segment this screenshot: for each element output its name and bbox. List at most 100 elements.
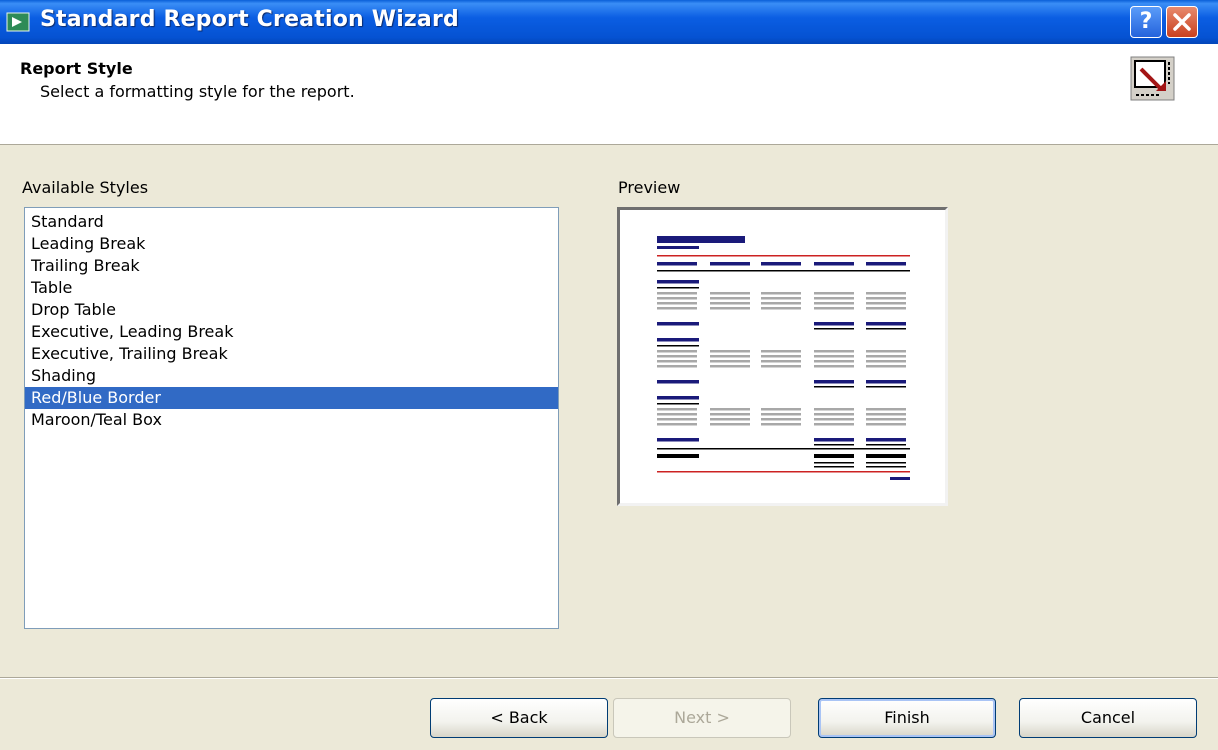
preview-mark — [761, 292, 801, 295]
wizard-app-icon — [6, 12, 30, 32]
list-item[interactable]: Shading — [25, 365, 558, 387]
preview-mark — [710, 350, 750, 353]
preview-thumbnail — [657, 236, 910, 480]
preview-mark — [814, 350, 854, 353]
preview-mark — [761, 350, 801, 353]
preview-mark — [657, 423, 697, 426]
back-button[interactable]: < Back — [430, 698, 608, 738]
preview-mark — [657, 471, 910, 473]
list-item-selected[interactable]: Red/Blue Border — [25, 387, 558, 409]
preview-mark — [866, 444, 906, 446]
preview-mark — [710, 418, 750, 421]
wizard-header: Report Style Select a formatting style f… — [0, 44, 1218, 145]
preview-mark — [657, 350, 697, 353]
preview-mark — [710, 302, 750, 305]
list-item[interactable]: Executive, Trailing Break — [25, 343, 558, 365]
preview-mark — [814, 438, 854, 442]
title-bar[interactable]: Standard Report Creation Wizard ? — [0, 0, 1218, 44]
preview-mark — [814, 360, 854, 363]
style-preview — [617, 207, 948, 506]
preview-mark — [657, 297, 697, 300]
preview-mark — [761, 297, 801, 300]
preview-mark — [866, 328, 906, 330]
preview-mark — [866, 350, 906, 353]
preview-mark — [814, 386, 854, 388]
preview-mark — [657, 246, 699, 249]
preview-mark — [866, 355, 906, 358]
styles-listbox[interactable]: Standard Leading Break Trailing Break Ta… — [24, 207, 559, 629]
list-item[interactable]: Trailing Break — [25, 255, 558, 277]
finish-button[interactable]: Finish — [818, 698, 996, 738]
preview-mark — [657, 454, 699, 458]
preview-mark — [710, 413, 750, 416]
list-item[interactable]: Leading Break — [25, 233, 558, 255]
preview-mark — [814, 466, 854, 468]
preview-mark — [866, 297, 906, 300]
preview-mark — [657, 280, 699, 284]
preview-mark — [657, 307, 697, 310]
list-item[interactable]: Standard — [25, 211, 558, 233]
preview-mark — [761, 423, 801, 426]
preview-mark — [866, 408, 906, 411]
preview-mark — [814, 444, 854, 446]
preview-mark — [866, 454, 906, 458]
preview-mark — [657, 322, 699, 326]
preview-mark — [710, 262, 750, 266]
close-button[interactable] — [1166, 6, 1198, 38]
preview-mark — [657, 262, 697, 266]
preview-mark — [710, 297, 750, 300]
preview-mark — [657, 408, 697, 411]
preview-mark — [657, 355, 697, 358]
preview-mark — [866, 386, 906, 388]
list-item[interactable]: Maroon/Teal Box — [25, 409, 558, 431]
list-item[interactable]: Executive, Leading Break — [25, 321, 558, 343]
preview-mark — [657, 438, 699, 442]
preview-mark — [814, 418, 854, 421]
preview-mark — [657, 413, 697, 416]
preview-mark — [761, 413, 801, 416]
preview-mark — [657, 302, 697, 305]
preview-mark — [657, 287, 699, 289]
preview-mark — [814, 365, 854, 368]
available-styles-label: Available Styles — [22, 178, 149, 197]
help-button[interactable]: ? — [1130, 6, 1162, 38]
list-item[interactable]: Table — [25, 277, 558, 299]
help-icon: ? — [1139, 9, 1153, 34]
step-title: Report Style — [20, 59, 133, 78]
preview-mark — [657, 338, 699, 342]
preview-mark — [866, 380, 906, 384]
preview-mark — [814, 423, 854, 426]
preview-mark — [866, 418, 906, 421]
preview-mark — [866, 262, 906, 266]
preview-mark — [710, 423, 750, 426]
preview-mark — [761, 262, 801, 266]
preview-mark — [710, 360, 750, 363]
preview-mark — [657, 365, 697, 368]
preview-mark — [710, 355, 750, 358]
preview-mark — [710, 307, 750, 310]
preview-mark — [866, 307, 906, 310]
cancel-button[interactable]: Cancel — [1019, 698, 1197, 738]
preview-mark — [814, 307, 854, 310]
preview-mark — [761, 355, 801, 358]
preview-mark — [814, 462, 854, 464]
step-description: Select a formatting style for the report… — [40, 82, 355, 101]
preview-mark — [866, 466, 906, 468]
preview-mark — [866, 360, 906, 363]
preview-mark — [814, 408, 854, 411]
preview-mark — [657, 380, 699, 384]
list-item[interactable]: Drop Table — [25, 299, 558, 321]
preview-mark — [814, 355, 854, 358]
preview-mark — [657, 403, 699, 405]
preview-mark — [866, 423, 906, 426]
button-separator — [0, 677, 1218, 679]
preview-mark — [657, 448, 910, 450]
preview-mark — [657, 292, 697, 295]
preview-mark — [657, 270, 910, 272]
preview-mark — [710, 292, 750, 295]
close-icon — [1173, 13, 1191, 31]
preview-mark — [814, 322, 854, 326]
next-button[interactable]: Next > — [613, 698, 791, 738]
preview-mark — [761, 302, 801, 305]
preview-mark — [866, 462, 906, 464]
